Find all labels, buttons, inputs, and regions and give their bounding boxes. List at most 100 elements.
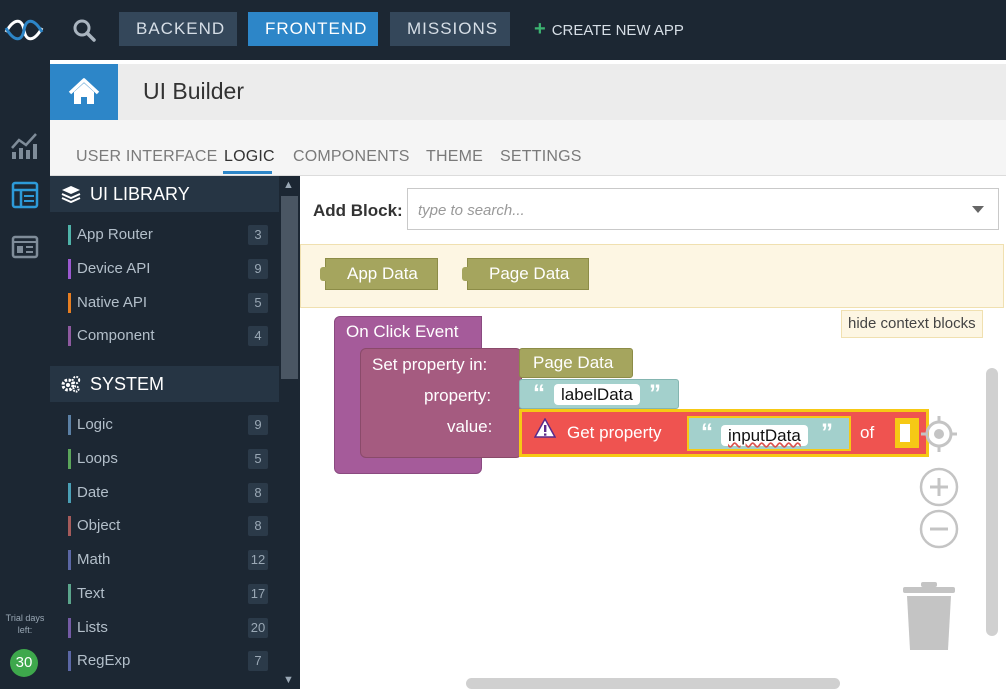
plus-icon: + [534,18,546,40]
nav-missions[interactable]: MISSIONS [390,12,510,46]
library-item-count: 7 [248,651,268,671]
library-item-label: Object [77,517,121,534]
search-icon[interactable] [70,16,98,44]
library-item-label: Logic [77,416,113,433]
category-color-bar [68,326,71,346]
system-title: SYSTEM [90,374,165,394]
library-item-count: 8 [248,483,268,503]
add-block-row: Add Block: [300,176,1006,244]
close-quote-icon: ” [649,380,661,407]
event-block-label: On Click Event [346,322,459,341]
library-item-component[interactable]: Component 4 [68,325,268,347]
zoom-out-icon[interactable] [919,509,959,549]
library-item-count: 5 [248,449,268,469]
page-data-target-label: Page Data [533,353,614,372]
recenter-icon[interactable] [919,414,959,454]
category-color-bar [68,651,71,671]
get-property-string-field[interactable]: inputData [721,425,808,446]
tab-theme[interactable]: THEME [426,148,483,166]
context-block-page-data[interactable]: Page Data [462,258,589,290]
wave-logo-icon[interactable] [4,14,44,46]
library-item-count: 8 [248,516,268,536]
trash-icon[interactable] [903,582,955,652]
canvas-vertical-scrollbar[interactable] [986,368,998,636]
property-string-block[interactable]: “ labelData ” [519,379,679,409]
scroll-up-icon[interactable]: ▲ [283,179,294,191]
hide-context-blocks-button[interactable]: hide context blocks [841,310,983,338]
logic-canvas[interactable]: hide context blocks On Click Event Set p… [300,308,1006,689]
tab-settings[interactable]: SETTINGS [500,148,582,166]
page-data-target-block[interactable]: Page Data [519,348,633,378]
block-connector [462,267,469,281]
library-item-regexp[interactable]: RegExp 7 [68,650,268,672]
tab-bar: USER INTERFACE LOGIC COMPONENTS THEME SE… [50,120,1006,176]
category-color-bar [68,618,71,638]
tab-logic[interactable]: LOGIC [224,148,275,166]
set-property-block[interactable]: Set property in: property: value: [360,348,522,458]
top-bar: BACKEND FRONTEND MISSIONS + CREATE NEW AP… [0,0,1006,60]
trial-days-badge[interactable]: 30 [10,649,38,677]
library-item-count: 4 [248,326,268,346]
library-item-label: Loops [77,450,118,467]
property-label: property: [424,386,492,405]
gears-icon [61,375,81,393]
category-color-bar [68,483,71,503]
get-property-string-block[interactable]: “ inputData ” [687,416,851,451]
library-scroll-thumb[interactable] [281,196,298,379]
library-item-count: 17 [248,584,268,604]
context-blocks-panel: App Data Page Data [300,244,1004,308]
create-new-app-button[interactable]: + CREATE NEW APP [534,12,684,46]
block-search-dropdown[interactable] [407,188,999,230]
tab-user-interface[interactable]: USER INTERFACE [76,148,218,166]
library-item-app-router[interactable]: App Router 3 [68,224,268,246]
library-item-label: App Router [77,226,153,243]
nav-backend[interactable]: BACKEND [119,12,237,46]
library-item-object[interactable]: Object 8 [68,515,268,537]
category-color-bar [68,516,71,536]
system-header[interactable]: SYSTEM [50,366,279,402]
empty-input-socket [900,424,910,442]
library-item-label: Lists [77,619,108,636]
open-quote-icon: “ [533,380,545,407]
library-item-label: Device API [77,260,151,277]
library-item-label: Date [77,484,109,501]
ui-library-title: UI LIBRARY [90,184,190,204]
library-item-math[interactable]: Math 12 [68,549,268,571]
active-tab-indicator [223,171,272,174]
library-item-label: Component [77,327,155,344]
library-item-count: 20 [248,618,268,638]
category-color-bar [68,449,71,469]
context-block-app-data[interactable]: App Data [320,258,438,290]
category-color-bar [68,293,71,313]
block-search-input[interactable] [418,199,948,221]
library-item-native-api[interactable]: Native API 5 [68,292,268,314]
zoom-in-icon[interactable] [919,467,959,507]
add-block-label: Add Block: [313,201,403,220]
library-item-lists[interactable]: Lists 20 [68,617,268,639]
scroll-down-icon[interactable]: ▼ [283,674,294,686]
page-title: UI Builder [143,78,244,104]
tab-components[interactable]: COMPONENTS [293,148,410,166]
library-item-date[interactable]: Date 8 [68,482,268,504]
context-block-label: Page Data [489,264,570,283]
get-property-block[interactable]: Get property “ inputData ” of [519,409,929,457]
library-scrollbar[interactable]: ▲ ▼ [279,176,300,689]
property-string-field[interactable]: labelData [554,384,640,405]
warning-icon[interactable] [534,418,556,438]
object-input-slot[interactable] [895,418,919,448]
dashboard-icon[interactable] [8,230,42,264]
home-button[interactable] [50,64,118,120]
canvas-horizontal-scrollbar[interactable] [466,678,840,689]
analytics-icon[interactable] [8,128,42,162]
trial-days-label: Trial days left: [5,613,45,635]
library-item-logic[interactable]: Logic 9 [68,414,268,436]
chevron-down-icon[interactable] [972,206,984,213]
library-item-text[interactable]: Text 17 [68,583,268,605]
ui-builder-icon[interactable] [8,178,42,212]
nav-frontend[interactable]: FRONTEND [248,12,378,46]
block-connector [320,267,327,281]
context-block-label: App Data [347,264,418,283]
library-item-loops[interactable]: Loops 5 [68,448,268,470]
ui-library-header[interactable]: UI LIBRARY [50,176,279,212]
library-item-device-api[interactable]: Device API 9 [68,258,268,280]
